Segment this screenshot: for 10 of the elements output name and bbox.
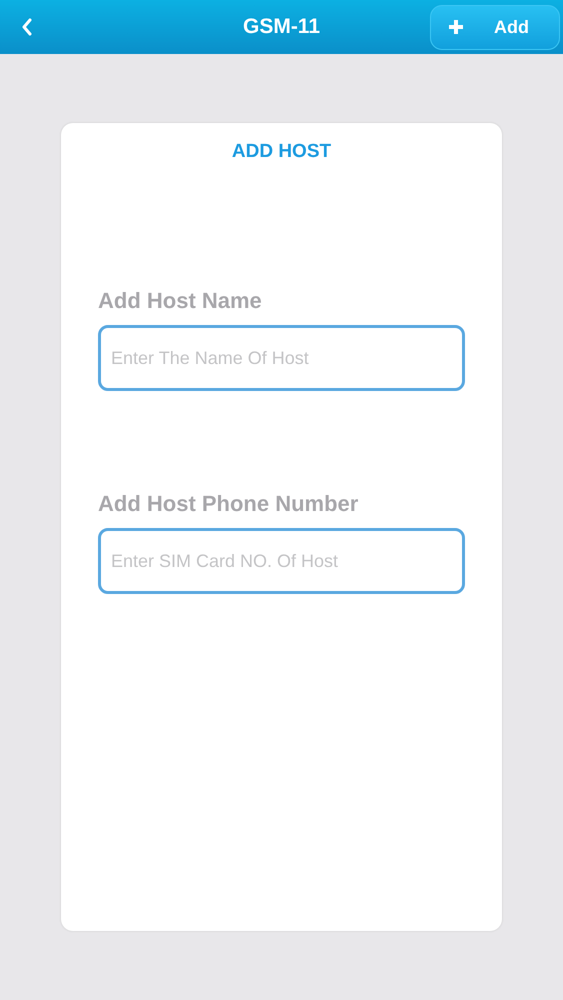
card-title: ADD HOST [230, 141, 332, 163]
field-label: Add Host Name [98, 288, 263, 314]
plus-icon [447, 18, 465, 36]
input-field[interactable]: Enter The Name Of Host [98, 325, 465, 391]
add-button[interactable]: Add [430, 4, 560, 50]
input-field[interactable]: Enter SIM Card NO. Of Host [98, 528, 465, 594]
field-label: Add Host Phone Number [98, 491, 360, 517]
back-button[interactable] [21, 18, 33, 36]
page-title: GSM-11 [242, 15, 320, 39]
back-icon [21, 18, 33, 36]
